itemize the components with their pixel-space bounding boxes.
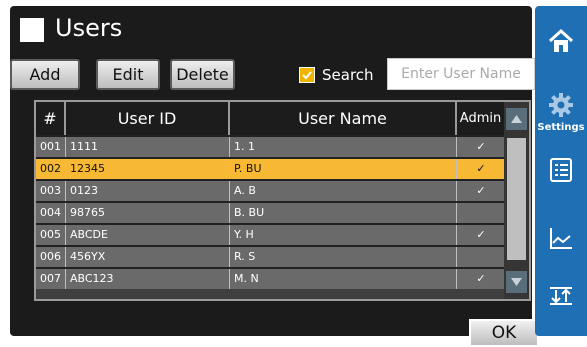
sidebar: Settings [535, 6, 587, 336]
cell-user-name: M. N [230, 269, 457, 289]
col-header-number: # [36, 102, 66, 135]
col-header-admin: Admin [457, 102, 506, 135]
table-scrollbar[interactable] [504, 102, 529, 299]
cell-admin [457, 203, 506, 223]
home-icon [548, 28, 574, 52]
table-body: 001 1111 1. 1 ✓ 002 12345 P. BU ✓ 003 0123 A. B ✓ 00… [36, 135, 506, 289]
page-title: Users [55, 14, 123, 42]
table-row[interactable]: 007 ABC123 M. N ✓ [36, 267, 506, 289]
table-row[interactable]: 004 98765 B. BU [36, 201, 506, 223]
cell-admin: ✓ [457, 225, 506, 245]
scroll-up-button[interactable] [506, 108, 527, 130]
cell-user-name: B. BU [230, 203, 457, 223]
table-row[interactable]: 003 0123 A. B ✓ [36, 179, 506, 201]
sidebar-item-transfer[interactable] [535, 282, 587, 314]
scroll-down-button[interactable] [506, 271, 527, 293]
check-icon [302, 71, 312, 80]
sidebar-settings-label: Settings [537, 122, 585, 133]
cell-number: 005 [36, 225, 66, 245]
cell-number: 006 [36, 247, 66, 267]
sidebar-item-settings[interactable]: Settings [535, 92, 587, 133]
cell-admin: ✓ [457, 159, 506, 179]
col-header-user-name: User Name [230, 102, 457, 135]
cell-user-id: 1111 [66, 137, 230, 157]
scroll-track[interactable] [507, 138, 526, 260]
table-row[interactable]: 001 1111 1. 1 ✓ [36, 135, 506, 157]
title-square-icon [20, 18, 44, 42]
table-header: # User ID User Name Admin [36, 102, 506, 135]
cell-user-name: R. S [230, 247, 457, 267]
gear-icon [549, 93, 573, 117]
delete-button[interactable]: Delete [170, 59, 235, 90]
col-header-user-id: User ID [66, 102, 230, 135]
users-table: # User ID User Name Admin 001 1111 1. 1 ✓ 00… [34, 100, 531, 301]
ok-button[interactable]: OK [469, 319, 539, 347]
cell-user-name: A. B [230, 181, 457, 201]
cell-user-id: 98765 [66, 203, 230, 223]
cell-number: 001 [36, 137, 66, 157]
cell-admin: ✓ [457, 181, 506, 201]
search-label: Search [322, 66, 374, 84]
cell-user-name: Y. H [230, 225, 457, 245]
search-input[interactable]: Enter User Name [387, 58, 535, 90]
table-row[interactable]: 002 12345 P. BU ✓ [36, 157, 506, 179]
list-icon [550, 158, 572, 182]
cell-user-name: P. BU [230, 159, 457, 179]
cell-user-id: ABC123 [66, 269, 230, 289]
cell-admin: ✓ [457, 137, 506, 157]
cell-user-name: 1. 1 [230, 137, 457, 157]
triangle-up-icon [511, 115, 522, 123]
sidebar-item-chart[interactable] [535, 225, 587, 255]
table-row[interactable]: 005 ABCDE Y. H ✓ [36, 223, 506, 245]
table-row[interactable]: 006 456YX R. S [36, 245, 506, 267]
cell-user-id: 0123 [66, 181, 230, 201]
sidebar-item-home[interactable] [535, 28, 587, 58]
cell-user-id: 456YX [66, 247, 230, 267]
cell-admin [457, 247, 506, 267]
cell-number: 004 [36, 203, 66, 223]
chart-icon [550, 228, 572, 249]
cell-number: 002 [36, 159, 66, 179]
search-checkbox[interactable] [299, 67, 315, 83]
add-button[interactable]: Add [10, 59, 80, 90]
cell-user-id: 12345 [66, 159, 230, 179]
cell-admin: ✓ [457, 269, 506, 289]
search-toggle[interactable]: Search [299, 62, 374, 88]
cell-number: 007 [36, 269, 66, 289]
triangle-down-icon [511, 278, 522, 286]
edit-button[interactable]: Edit [96, 59, 160, 90]
sidebar-item-list[interactable] [535, 157, 587, 187]
cell-number: 003 [36, 181, 66, 201]
main-panel: Users Add Edit Delete Search Enter User … [10, 6, 539, 347]
transfer-icon [550, 287, 572, 305]
cell-user-id: ABCDE [66, 225, 230, 245]
